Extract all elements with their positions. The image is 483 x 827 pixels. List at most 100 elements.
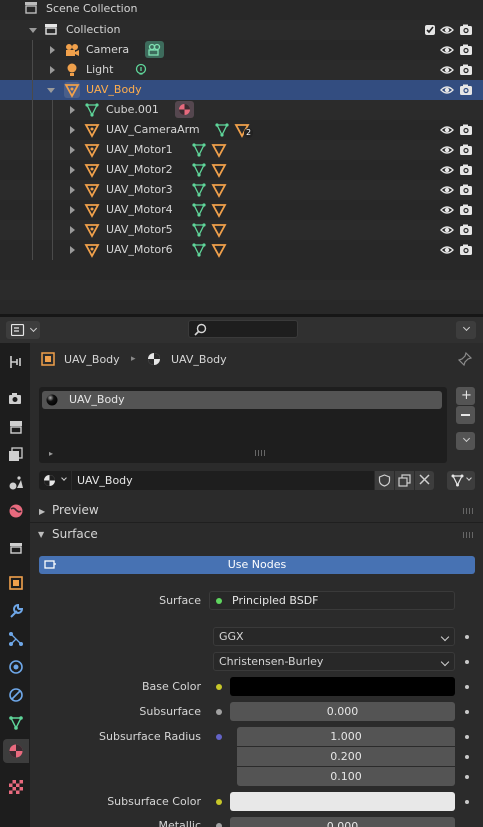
collection-row[interactable]: Collection xyxy=(0,20,483,40)
keyframe-dot[interactable] xyxy=(465,735,469,739)
eye-icon[interactable] xyxy=(440,23,454,37)
expand-toggle[interactable] xyxy=(70,126,75,134)
outliner-row-motor[interactable]: UAV_Motor5 xyxy=(0,220,483,240)
outliner-row-uav-body[interactable]: UAV_Body xyxy=(0,80,483,100)
render-camera-icon[interactable] xyxy=(459,183,473,197)
unlink-material-button[interactable] xyxy=(415,471,434,490)
outliner-row-motor[interactable]: UAV_Motor6 xyxy=(0,240,483,260)
expand-toggle[interactable] xyxy=(70,146,75,154)
subsurface-color-swatch[interactable] xyxy=(230,792,455,811)
child-object-icon[interactable] xyxy=(211,222,227,238)
eye-icon[interactable] xyxy=(440,163,454,177)
render-camera-icon[interactable] xyxy=(459,63,473,77)
panel-drag-grip[interactable] xyxy=(463,532,475,538)
tab-tool[interactable] xyxy=(3,350,29,374)
subsurface-field[interactable]: 0.000 xyxy=(230,702,455,721)
subsurface-method-dropdown[interactable]: Christensen-Burley xyxy=(213,652,455,671)
eye-icon[interactable] xyxy=(440,43,454,57)
keyframe-dot[interactable] xyxy=(465,685,469,689)
slot-specials-button[interactable] xyxy=(456,432,475,450)
material-slot-list[interactable]: UAV_Body ▸ xyxy=(39,387,447,463)
render-camera-icon[interactable] xyxy=(459,203,473,217)
render-camera-icon[interactable] xyxy=(459,243,473,257)
panel-drag-grip[interactable] xyxy=(463,508,475,514)
mesh-data-icon[interactable] xyxy=(191,162,207,178)
render-camera-icon[interactable] xyxy=(459,23,473,37)
expand-toggle[interactable] xyxy=(70,206,75,214)
render-camera-icon[interactable] xyxy=(459,163,473,177)
base-color-swatch[interactable] xyxy=(230,677,455,696)
mesh-data-icon[interactable] xyxy=(214,122,230,138)
distribution-dropdown[interactable]: GGX xyxy=(213,627,455,646)
fake-user-button[interactable] xyxy=(375,471,394,490)
scene-collection-row[interactable]: Scene Collection xyxy=(0,0,483,20)
child-object-icon[interactable] xyxy=(211,142,227,158)
expand-toggle[interactable] xyxy=(70,166,75,174)
outliner-row-camera[interactable]: Camera xyxy=(0,40,483,60)
eye-icon[interactable] xyxy=(440,243,454,257)
pin-icon[interactable] xyxy=(458,352,472,366)
keyframe-dot[interactable] xyxy=(465,800,469,804)
expand-toggle[interactable] xyxy=(70,106,75,114)
eye-icon[interactable] xyxy=(440,123,454,137)
outliner-row-motor[interactable]: UAV_Motor3 xyxy=(0,180,483,200)
eye-icon[interactable] xyxy=(440,203,454,217)
tab-modifiers[interactable] xyxy=(3,599,29,623)
add-slot-button[interactable]: + xyxy=(456,387,475,405)
eye-icon[interactable] xyxy=(440,63,454,77)
search-input[interactable] xyxy=(188,320,298,338)
color-socket-icon[interactable] xyxy=(216,799,222,805)
subsurface-radius-y[interactable]: 0.200 xyxy=(237,747,455,766)
subsurface-radius-x[interactable]: 1.000 xyxy=(237,727,455,746)
tab-collection[interactable] xyxy=(3,536,29,560)
expand-toggle[interactable] xyxy=(50,46,55,54)
keyframe-dot[interactable] xyxy=(465,660,469,664)
render-camera-icon[interactable] xyxy=(459,123,473,137)
outliner-row-motor[interactable]: UAV_Motor1 xyxy=(0,140,483,160)
vector-socket-icon[interactable] xyxy=(216,734,222,740)
render-camera-icon[interactable] xyxy=(459,43,473,57)
remove-slot-button[interactable] xyxy=(456,406,475,424)
expand-toggle[interactable] xyxy=(70,186,75,194)
collection-expand-toggle[interactable] xyxy=(29,28,37,33)
surface-shader-field[interactable]: Principled BSDF xyxy=(209,591,455,610)
use-nodes-button[interactable]: Use Nodes xyxy=(39,556,475,574)
expand-toggle[interactable] xyxy=(50,66,55,74)
browse-material-button[interactable] xyxy=(39,471,71,490)
tab-constraints[interactable] xyxy=(3,683,29,707)
outliner-row-cube[interactable]: Cube.001 xyxy=(0,100,483,120)
tab-physics[interactable] xyxy=(3,655,29,679)
tab-data[interactable] xyxy=(3,711,29,735)
material-icon[interactable] xyxy=(175,101,194,118)
child-object-icon[interactable] xyxy=(211,202,227,218)
outliner-row-light[interactable]: Light xyxy=(0,60,483,80)
mesh-data-icon[interactable] xyxy=(191,202,207,218)
options-dropdown[interactable] xyxy=(456,321,476,339)
outliner-row-motor[interactable]: UAV_Motor4 xyxy=(0,200,483,220)
tab-particles[interactable] xyxy=(3,627,29,651)
duplicate-material-button[interactable] xyxy=(395,471,414,490)
preview-panel-header[interactable]: ▶ Preview xyxy=(30,500,483,522)
mesh-data-icon[interactable] xyxy=(191,222,207,238)
tab-object[interactable] xyxy=(3,571,29,595)
render-camera-icon[interactable] xyxy=(459,143,473,157)
eye-icon[interactable] xyxy=(440,183,454,197)
color-socket-icon[interactable] xyxy=(216,684,222,690)
keyframe-dot[interactable] xyxy=(465,635,469,639)
tab-texture[interactable] xyxy=(3,775,29,799)
material-name-field[interactable]: UAV_Body xyxy=(72,471,374,490)
outliner-row-motor[interactable]: UAV_Motor2 xyxy=(0,160,483,180)
list-resize-grip[interactable] xyxy=(255,450,267,456)
light-data-icon[interactable] xyxy=(133,62,149,78)
child-object-icon[interactable] xyxy=(211,242,227,258)
outliner-row-camera-arm[interactable]: UAV_CameraArm 2 xyxy=(0,120,483,140)
camera-data-icon[interactable] xyxy=(145,41,164,58)
expand-toggle[interactable] xyxy=(70,226,75,234)
tab-material[interactable] xyxy=(3,739,29,763)
collection-exclude-checkbox[interactable] xyxy=(425,25,435,35)
mesh-data-icon[interactable] xyxy=(191,182,207,198)
eye-icon[interactable] xyxy=(440,143,454,157)
tab-scene[interactable] xyxy=(3,471,29,495)
mesh-data-icon[interactable] xyxy=(191,242,207,258)
eye-icon[interactable] xyxy=(440,223,454,237)
